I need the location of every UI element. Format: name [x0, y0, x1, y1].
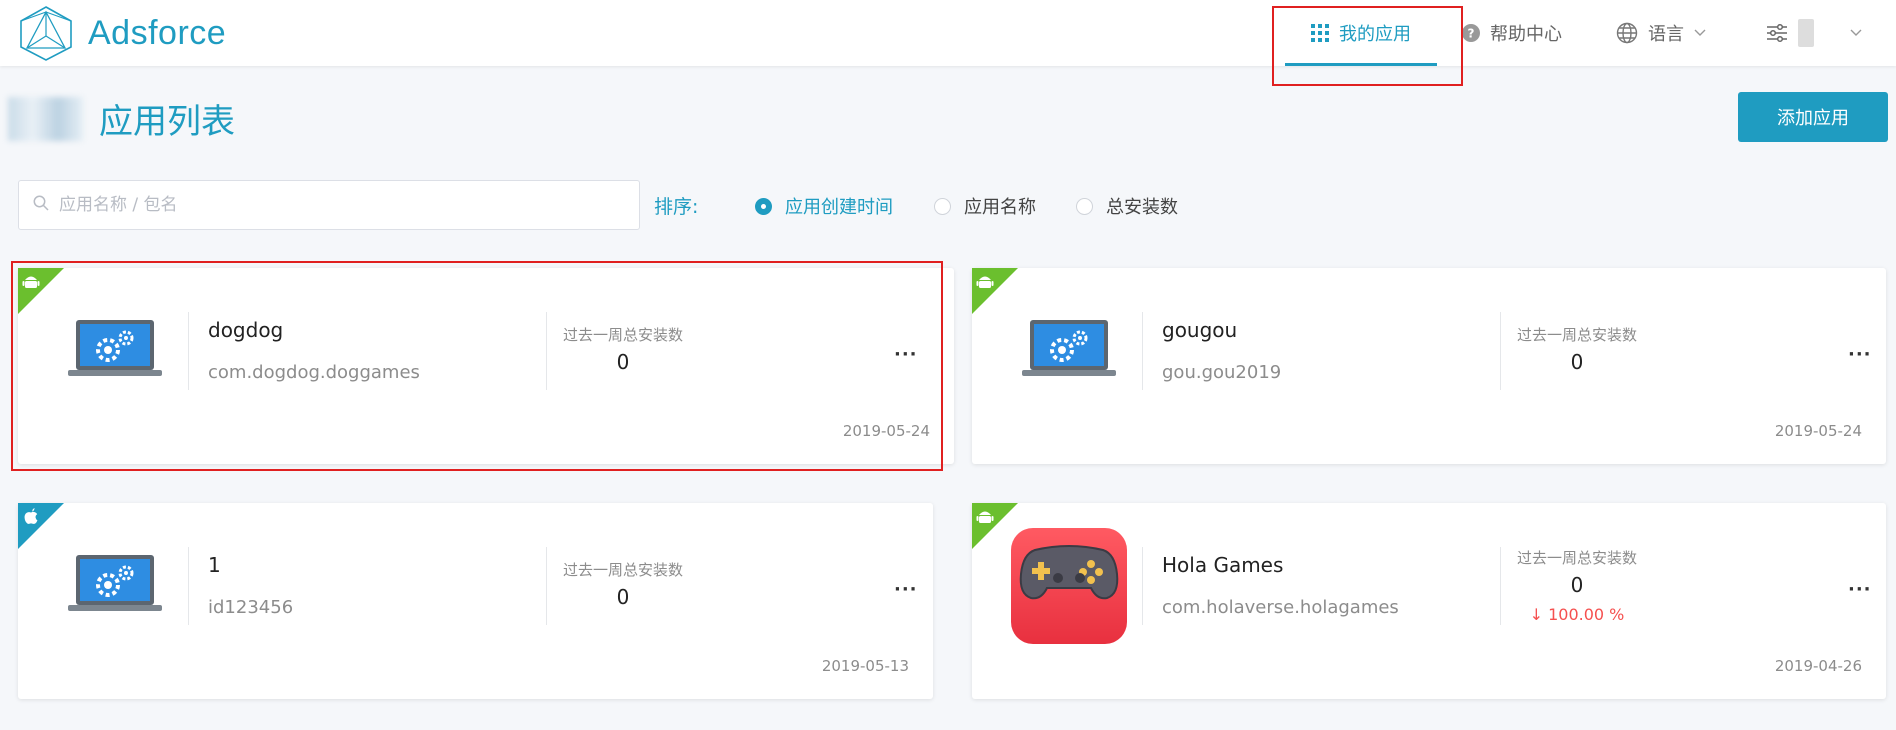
apple-icon [24, 508, 38, 524]
app-name[interactable]: dogdog [208, 318, 283, 342]
active-tab-indicator [1285, 63, 1437, 66]
app-name[interactable]: Hola Games [1162, 553, 1283, 577]
sort-option-created-time[interactable]: 应用创建时间 [755, 193, 893, 219]
app-package: id123456 [208, 597, 294, 618]
divider [1142, 547, 1143, 625]
app-package: com.holaverse.holagames [1162, 597, 1399, 618]
created-date: 2019-05-24 [842, 422, 930, 440]
globe-icon [1616, 22, 1638, 44]
app-package: com.dogdog.doggames [208, 362, 420, 383]
android-icon [976, 511, 994, 523]
nav-my-apps-label: 我的应用 [1339, 24, 1411, 45]
logo-icon [20, 6, 72, 61]
nav-language-label: 语言 [1648, 24, 1684, 45]
nav-language[interactable]: 语言 [1616, 0, 1706, 66]
app-card[interactable]: Hola Games com.holaverse.holagames 过去一周总… [972, 503, 1886, 699]
radio-dot [934, 197, 951, 215]
sort-option-label: 应用创建时间 [785, 197, 893, 218]
search-box[interactable] [18, 180, 640, 230]
created-date: 2019-05-24 [1774, 422, 1862, 440]
radio-dot [1076, 197, 1093, 215]
weekly-installs-value: 0 [616, 350, 630, 374]
sort-option-total-installs[interactable]: 总安装数 [1076, 193, 1178, 219]
add-app-button[interactable]: 添加应用 [1738, 92, 1888, 142]
sliders-icon [1766, 22, 1788, 44]
grid-icon [1311, 24, 1329, 42]
nav-my-apps[interactable]: 我的应用 [1285, 0, 1437, 66]
chevron-down-icon [1694, 29, 1706, 37]
weekly-installs-label: 过去一周总安装数 [562, 561, 683, 579]
divider [188, 547, 189, 625]
more-menu-icon[interactable]: ··· [894, 579, 918, 600]
svg-text:?: ? [1468, 27, 1475, 41]
sort-option-label: 总安装数 [1106, 197, 1178, 218]
weekly-installs-value: 0 [1570, 350, 1584, 374]
hola-games-icon [1011, 528, 1127, 644]
app-card[interactable]: dogdog com.dogdog.doggames 过去一周总安装数 0 ··… [18, 268, 954, 464]
weekly-installs-label: 过去一周总安装数 [562, 326, 683, 344]
laptop-gear-icon [68, 320, 162, 376]
divider [1142, 312, 1143, 390]
android-icon [976, 276, 994, 288]
more-menu-icon[interactable]: ··· [1848, 579, 1872, 600]
laptop-gear-icon [1022, 320, 1116, 376]
nav-help-label: 帮助中心 [1490, 24, 1562, 45]
weekly-installs-value: 0 [616, 585, 630, 609]
page-title: 应用列表 [99, 102, 235, 142]
divider [188, 312, 189, 390]
app-package: gou.gou2019 [1162, 362, 1282, 383]
top-bar: Adsforce 我的应用 ? 帮助中心 语言 [0, 0, 1896, 66]
divider [1500, 312, 1501, 390]
app-name[interactable]: gougou [1162, 318, 1237, 342]
brand-name: Adsforce [88, 13, 227, 52]
search-icon [33, 195, 49, 215]
app-name[interactable]: 1 [208, 553, 221, 577]
weekly-installs-label: 过去一周总安装数 [1516, 549, 1637, 567]
divider [546, 312, 547, 390]
brand-logo[interactable]: Adsforce [18, 4, 226, 62]
laptop-gear-icon [68, 555, 162, 611]
weekly-installs-change: ↓ 100.00 % [1529, 605, 1625, 624]
sort-option-app-name[interactable]: 应用名称 [934, 193, 1036, 219]
radio-dot [755, 197, 772, 215]
more-menu-icon[interactable]: ··· [894, 344, 918, 365]
app-card[interactable]: 1 id123456 过去一周总安装数 0 ··· 2019-05-13 [18, 503, 933, 699]
search-input[interactable] [59, 195, 619, 215]
question-icon: ? [1462, 24, 1480, 42]
weekly-installs-label: 过去一周总安装数 [1516, 326, 1637, 344]
weekly-installs-value: 0 [1570, 573, 1584, 597]
divider [546, 547, 547, 625]
created-date: 2019-05-13 [821, 657, 909, 675]
more-menu-icon[interactable]: ··· [1848, 344, 1872, 365]
avatar[interactable] [1798, 19, 1814, 47]
divider [1500, 547, 1501, 625]
android-icon [22, 276, 40, 288]
sort-option-label: 应用名称 [964, 197, 1036, 218]
sort-label: 排序: [654, 196, 699, 218]
nav-settings-user[interactable] [1766, 0, 1862, 66]
page-title-row: 应用列表 [8, 94, 235, 143]
created-date: 2019-04-26 [1774, 657, 1862, 675]
nav-help-center[interactable]: ? 帮助中心 [1462, 0, 1562, 66]
chevron-down-icon [1850, 29, 1862, 37]
app-card[interactable]: gougou gou.gou2019 过去一周总安装数 0 ··· 2019-0… [972, 268, 1886, 464]
blurred-account-name [8, 96, 83, 141]
